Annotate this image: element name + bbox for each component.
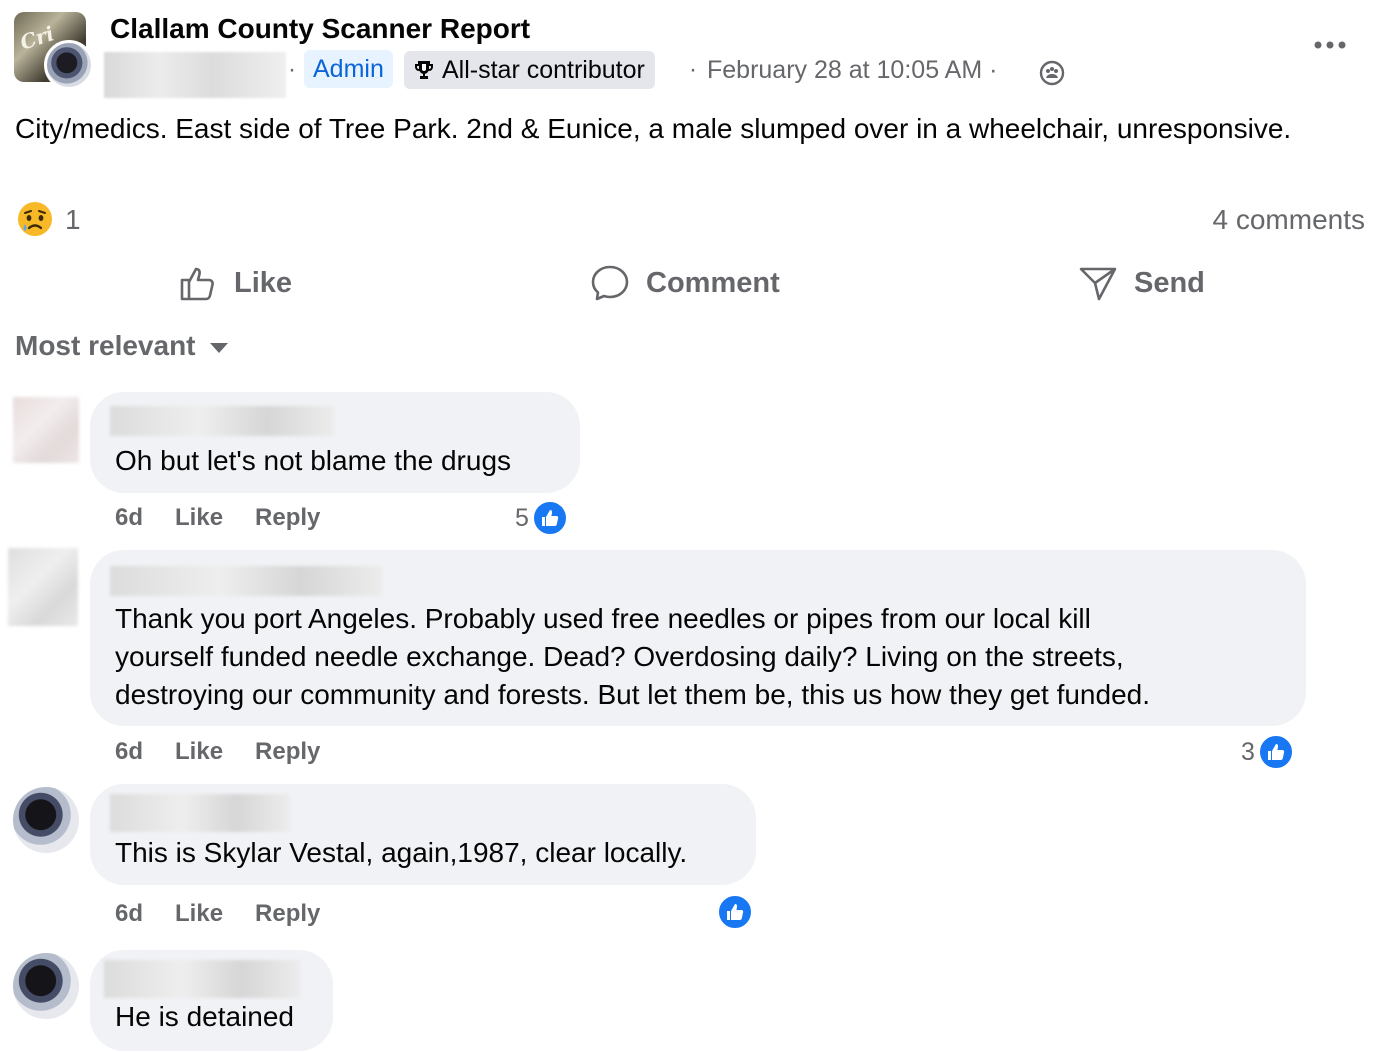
comment-like-button[interactable]: Like: [175, 738, 223, 766]
contributor-badge[interactable]: All-star contributor: [404, 51, 655, 89]
comment-like-button[interactable]: Like: [175, 900, 223, 928]
comment-time[interactable]: 6d: [115, 738, 143, 766]
comment-bubble: This is Skylar Vestal, again,1987, clear…: [90, 784, 756, 885]
comment-text: Oh but let's not blame the drugs: [115, 445, 512, 476]
comment-like-count[interactable]: [714, 894, 753, 930]
post-timestamp[interactable]: February 28 at 10:05 AM ·: [707, 56, 997, 85]
comment-bubble: He is detained: [90, 950, 333, 1051]
comment-text: Thank you port Angeles. Probably used fr…: [115, 603, 1151, 710]
like-button-label: Like: [234, 266, 293, 299]
comment-item: He is detained: [0, 950, 1386, 1052]
comment-button-label: Comment: [646, 266, 780, 299]
comment-like-count-number: 5: [515, 503, 529, 532]
comment-text: This is Skylar Vestal, again,1987, clear…: [115, 837, 688, 868]
contributor-badge-label: All-star contributor: [442, 56, 645, 84]
commenter-avatar[interactable]: [8, 548, 78, 626]
commenter-name-redacted[interactable]: [110, 794, 290, 832]
commenter-name-redacted[interactable]: [110, 406, 334, 436]
separator-dot: ·: [989, 56, 998, 84]
comment-item: This is Skylar Vestal, again,1987, clear…: [0, 784, 1386, 944]
comment-bubble: Thank you port Angeles. Probably used fr…: [90, 550, 1306, 726]
separator-dot: ·: [689, 56, 697, 83]
comment-sort-label: Most relevant: [15, 330, 196, 361]
author-avatar[interactable]: [44, 40, 94, 90]
comment-bubble: Oh but let's not blame the drugs: [90, 392, 580, 493]
comment-text: He is detained: [115, 1001, 295, 1032]
comment-time[interactable]: 6d: [115, 900, 143, 928]
like-reaction-icon: [717, 894, 753, 930]
commenter-avatar[interactable]: [13, 953, 79, 1019]
comment-button[interactable]: Comment: [590, 258, 780, 308]
post-header: Cri Clallam County Scanner Report · Admi…: [0, 0, 1386, 110]
send-button-label: Send: [1134, 266, 1205, 299]
caret-down-icon: [209, 343, 228, 353]
comment-like-button[interactable]: Like: [175, 504, 223, 532]
comment-item: Oh but let's not blame the drugs 6d Like…: [0, 392, 1386, 542]
comment-time[interactable]: 6d: [115, 504, 143, 532]
comment-bubble-icon: [591, 265, 629, 301]
comment-actions: 6d Like Reply: [115, 504, 320, 532]
comment-item: Thank you port Angeles. Probably used fr…: [0, 548, 1386, 778]
comment-actions: 6d Like Reply: [115, 738, 320, 766]
group-name-link[interactable]: Clallam County Scanner Report: [110, 13, 530, 45]
comment-reply-button[interactable]: Reply: [255, 900, 320, 928]
post-timestamp-text: February 28 at 10:05 AM: [707, 56, 983, 84]
comment-like-count[interactable]: 3: [1241, 734, 1294, 770]
send-icon: [1079, 267, 1117, 301]
comment-reply-button[interactable]: Reply: [255, 738, 320, 766]
trophy-icon: [415, 61, 433, 79]
send-button[interactable]: Send: [1078, 258, 1205, 308]
like-button[interactable]: Like: [178, 258, 292, 308]
thumbs-up-icon: [180, 267, 214, 301]
comment-like-count-number: 3: [1241, 737, 1255, 766]
commenter-avatar[interactable]: [13, 787, 79, 853]
reactions-row: 1 4 comments: [0, 196, 1386, 246]
more-options-icon[interactable]: [1312, 33, 1348, 57]
like-reaction-icon: [531, 500, 568, 536]
like-reaction-icon: [1257, 734, 1294, 770]
commenter-name-redacted[interactable]: [110, 566, 382, 596]
separator-dot: ·: [288, 56, 296, 83]
comment-actions: 6d Like Reply: [115, 900, 320, 928]
comment-sort-dropdown[interactable]: Most relevant: [15, 330, 228, 362]
admin-badge[interactable]: Admin: [304, 50, 393, 88]
reaction-count[interactable]: 1: [65, 204, 81, 236]
comment-count-link[interactable]: 4 comments: [1213, 204, 1366, 236]
sad-reaction-icon[interactable]: [16, 200, 54, 238]
group-audience-icon[interactable]: [1039, 60, 1065, 86]
action-bar: Like Comment Send: [0, 252, 1386, 312]
author-name-redacted[interactable]: [104, 52, 286, 98]
comment-like-count[interactable]: 5: [515, 500, 568, 536]
post-body-text: City/medics. East side of Tree Park. 2nd…: [15, 113, 1292, 144]
comment-reply-button[interactable]: Reply: [255, 504, 320, 532]
commenter-avatar[interactable]: [13, 397, 79, 463]
commenter-name-redacted[interactable]: [104, 960, 300, 998]
